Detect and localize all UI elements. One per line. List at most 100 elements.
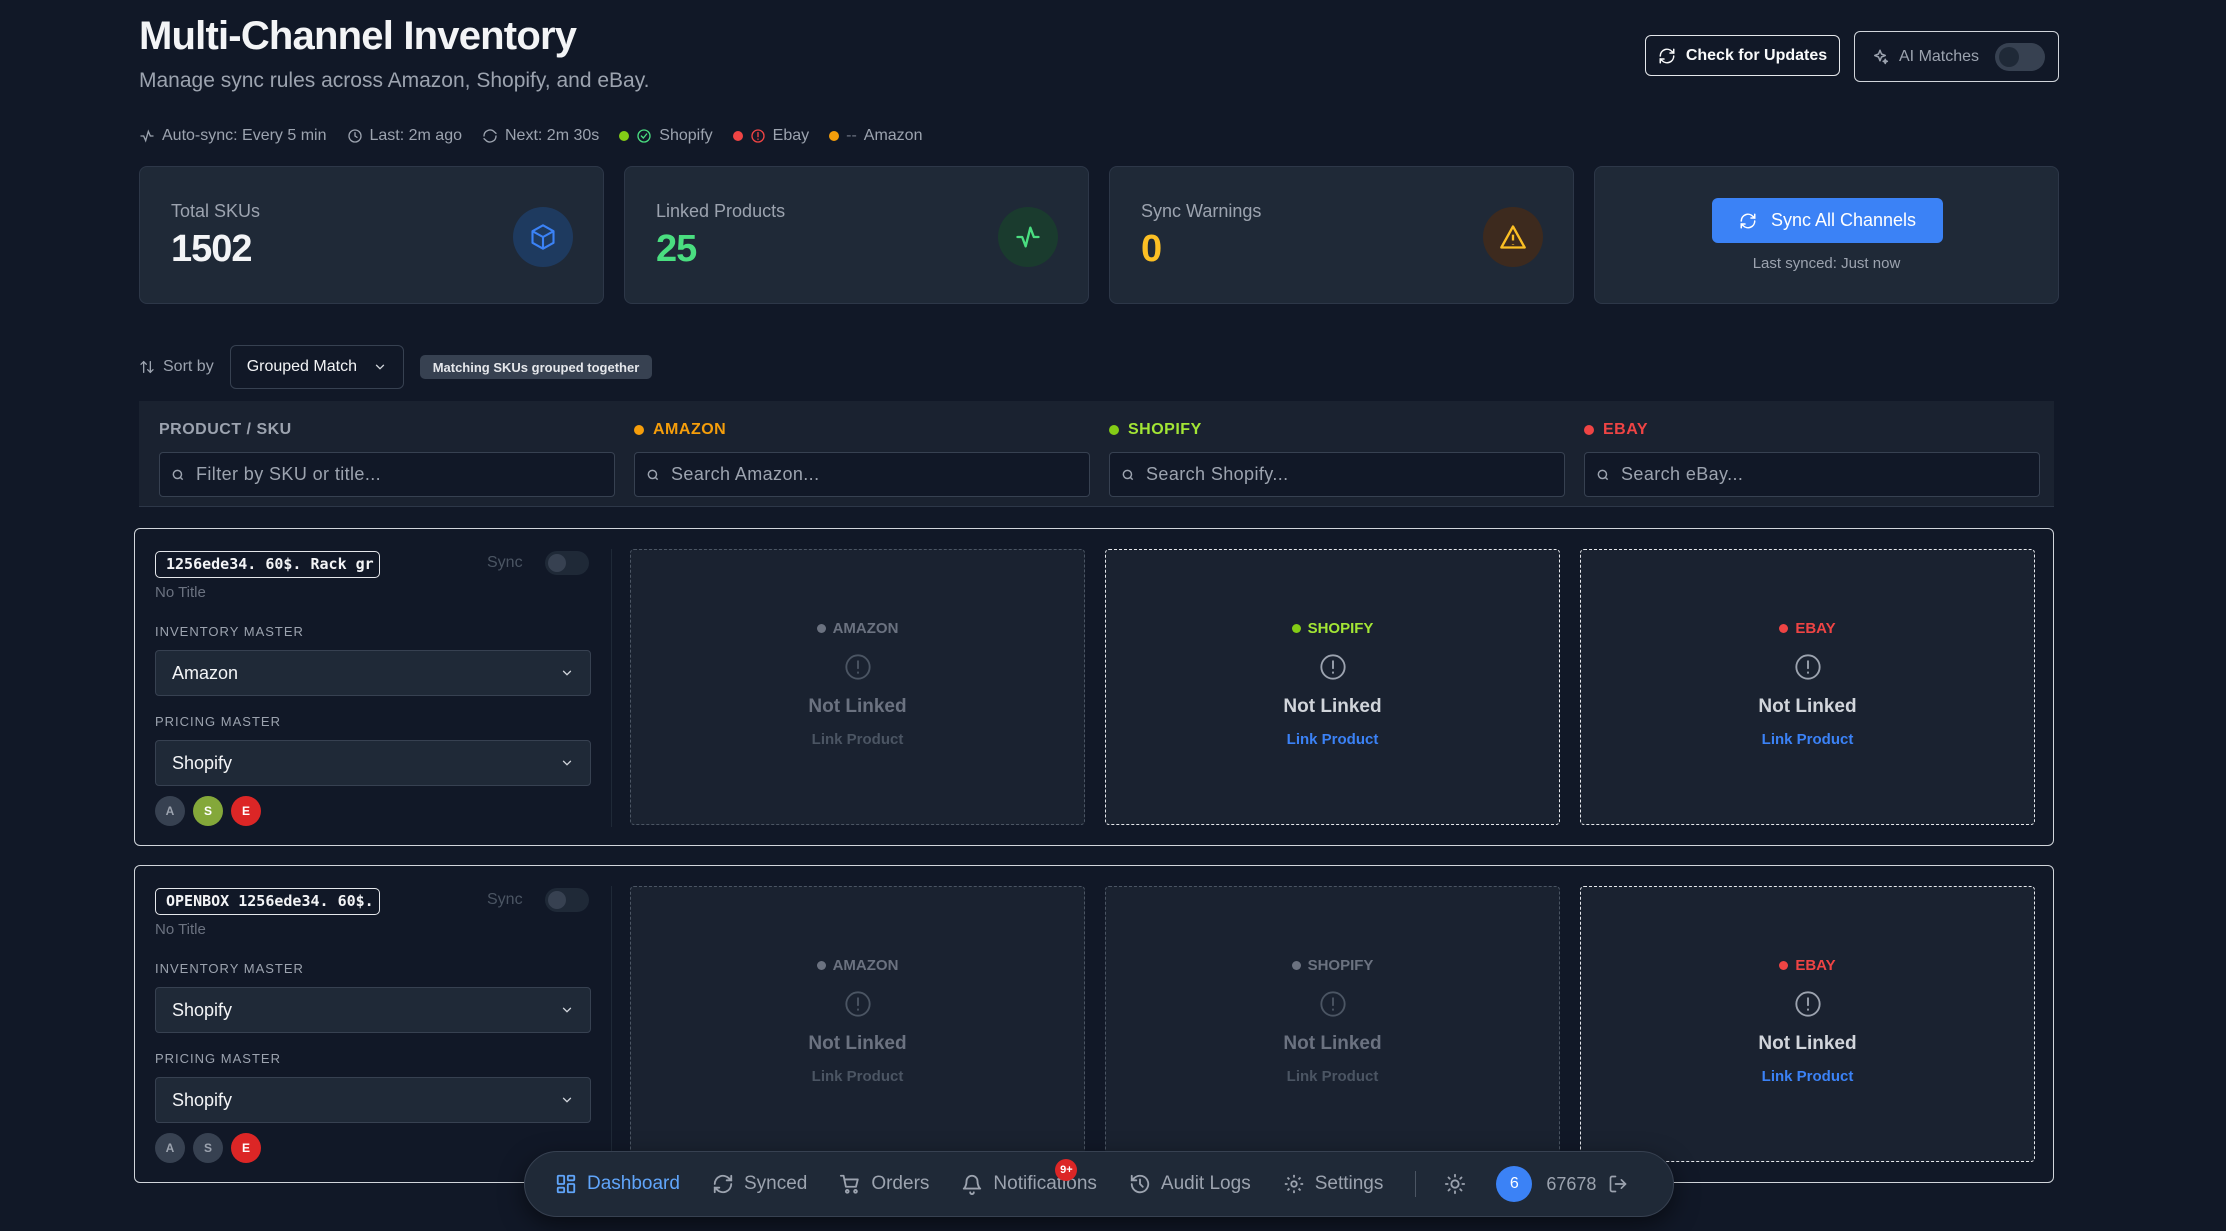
alert-circle-icon — [1794, 654, 1821, 680]
pricing-master-select[interactable]: Shopify — [155, 740, 591, 786]
sync-status-bar: Auto-sync: Every 5 min Last: 2m ago Next… — [139, 124, 942, 148]
search-icon — [172, 469, 184, 480]
shopify-column-heading: SHOPIFY — [1109, 420, 1565, 440]
ebay-dot — [1779, 624, 1789, 633]
column-divider — [611, 886, 612, 1164]
ebay-slot: EBAY Not Linked Link Product — [1580, 886, 2035, 1162]
sun-icon[interactable] — [1444, 1173, 1466, 1195]
slot-channel-label: AMAZON — [832, 620, 899, 637]
inventory-master-select[interactable]: Amazon — [155, 650, 591, 696]
nav-orders[interactable]: Orders — [839, 1173, 929, 1195]
total-skus-value: 1502 — [171, 228, 253, 270]
shopify-filter-column: SHOPIFY Search Shopify... — [1109, 420, 1565, 497]
amazon-column-heading: AMAZON — [634, 420, 1090, 440]
last-sync-text: Last: 2m ago — [369, 127, 463, 144]
product-filter-input[interactable]: Filter by SKU or title... — [159, 452, 615, 497]
product-filter-column: PRODUCT / SKU Filter by SKU or title... — [159, 420, 615, 497]
sync-label: Sync — [487, 554, 523, 571]
sync-warnings-value: 0 — [1141, 228, 1162, 270]
search-icon — [647, 469, 659, 480]
logout-icon[interactable] — [1608, 1174, 1628, 1194]
sync-label: Sync — [487, 891, 523, 908]
refresh-icon — [483, 129, 497, 143]
ebay-search-input[interactable]: Search eBay... — [1584, 452, 2040, 497]
slot-status: Not Linked — [1758, 696, 1857, 717]
amazon-slot: AMAZON Not Linked Link Product — [630, 886, 1085, 1162]
alert-circle-icon — [1319, 654, 1346, 680]
refresh-icon — [1740, 213, 1756, 228]
slot-channel-label: EBAY — [1795, 957, 1836, 974]
sort-row: Sort by Grouped Match Matching SKUs grou… — [139, 345, 653, 389]
history-icon — [1130, 1174, 1150, 1194]
channel-avatars: A S E — [155, 796, 261, 826]
amazon-dot — [634, 425, 644, 435]
auto-sync-status: Auto-sync: Every 5 min — [139, 127, 327, 145]
ebay-avatar: E — [231, 796, 261, 826]
nav-settings[interactable]: Settings — [1283, 1173, 1383, 1195]
shopify-column-heading-text: SHOPIFY — [1128, 421, 1202, 438]
product-title: No Title — [155, 584, 206, 601]
user-name: 67678 — [1546, 1173, 1597, 1194]
shopify-status-text: Shopify — [659, 127, 713, 144]
nav-audit-logs[interactable]: Audit Logs — [1129, 1173, 1251, 1195]
avatar[interactable]: 6 — [1496, 1166, 1533, 1202]
activity-icon — [998, 207, 1058, 267]
sync-toggle[interactable] — [545, 551, 589, 575]
slot-heading: SHOPIFY — [1106, 620, 1559, 637]
ai-matches-toggle[interactable] — [1995, 42, 2046, 71]
slot-heading: EBAY — [1581, 957, 2034, 974]
gear-icon — [1284, 1174, 1303, 1194]
nav-dashboard-label: Dashboard — [587, 1173, 680, 1194]
sku-chip[interactable]: OPENBOX 1256ede34. 60$. — [155, 888, 380, 915]
chevron-down-icon — [562, 1007, 572, 1013]
auto-sync-text: Auto-sync: Every 5 min — [162, 127, 327, 144]
link-product-link[interactable]: Link Product — [1581, 1068, 2034, 1085]
total-skus-card: Total SKUs 1502 — [139, 166, 604, 304]
sync-all-card: Sync All Channels Last synced: Just now — [1594, 166, 2059, 304]
total-skus-label: Total SKUs — [171, 201, 261, 221]
chevron-down-icon — [375, 364, 384, 370]
link-product-link[interactable]: Link Product — [631, 1068, 1084, 1085]
sort-select[interactable]: Grouped Match — [229, 345, 404, 389]
amazon-status: -- Amazon — [829, 127, 922, 145]
check-updates-button[interactable]: Check for Updates — [1645, 35, 1840, 76]
inventory-master-label: INVENTORY MASTER — [155, 961, 304, 976]
amazon-search-placeholder: Search Amazon... — [671, 464, 820, 484]
amazon-slot: AMAZON Not Linked Link Product — [630, 549, 1085, 825]
product-group: 1256ede34. 60$. Rack gr Sync No Title IN… — [134, 528, 2054, 846]
ebay-dot — [1584, 425, 1594, 435]
link-product-link[interactable]: Link Product — [1106, 1068, 1559, 1085]
pricing-master-label: PRICING MASTER — [155, 1051, 281, 1066]
slot-heading: AMAZON — [631, 957, 1084, 974]
nav-synced-label: Synced — [743, 1173, 808, 1194]
sparkles-icon — [1874, 49, 1889, 64]
nav-orders-label: Orders — [871, 1173, 930, 1194]
shopify-search-input[interactable]: Search Shopify... — [1109, 452, 1565, 497]
nav-dashboard[interactable]: Dashboard — [555, 1173, 680, 1195]
nav-notifications[interactable]: Notifications 9+ — [961, 1159, 1097, 1195]
dock-divider — [1415, 1171, 1417, 1197]
ebay-filter-column: EBAY Search eBay... — [1584, 420, 2040, 497]
link-product-link[interactable]: Link Product — [1581, 731, 2034, 748]
sync-toggle[interactable] — [545, 888, 589, 912]
sort-selected-value: Grouped Match — [246, 358, 357, 375]
channel-avatars: A S E — [155, 1133, 261, 1163]
last-synced-text: Last synced: Just now — [1752, 255, 1901, 272]
link-product-link[interactable]: Link Product — [1106, 731, 1559, 748]
sync-all-button[interactable]: Sync All Channels — [1712, 198, 1943, 243]
nav-synced[interactable]: Synced — [712, 1173, 807, 1195]
amazon-search-input[interactable]: Search Amazon... — [634, 452, 1090, 497]
inventory-master-value: Shopify — [172, 999, 233, 1020]
slot-status: Not Linked — [1758, 1033, 1857, 1054]
slot-status: Not Linked — [808, 1033, 907, 1054]
pricing-master-select[interactable]: Shopify — [155, 1077, 591, 1123]
sort-label: Sort by — [139, 358, 214, 376]
search-icon — [1122, 469, 1134, 480]
link-product-link[interactable]: Link Product — [631, 731, 1084, 748]
ebay-status-text: Ebay — [772, 127, 810, 144]
pricing-master-value: Shopify — [172, 752, 233, 773]
sync-warnings-label: Sync Warnings — [1141, 201, 1262, 221]
sku-chip[interactable]: 1256ede34. 60$. Rack gr — [155, 551, 380, 578]
inventory-master-select[interactable]: Shopify — [155, 987, 591, 1033]
amazon-avatar: A — [155, 796, 185, 826]
